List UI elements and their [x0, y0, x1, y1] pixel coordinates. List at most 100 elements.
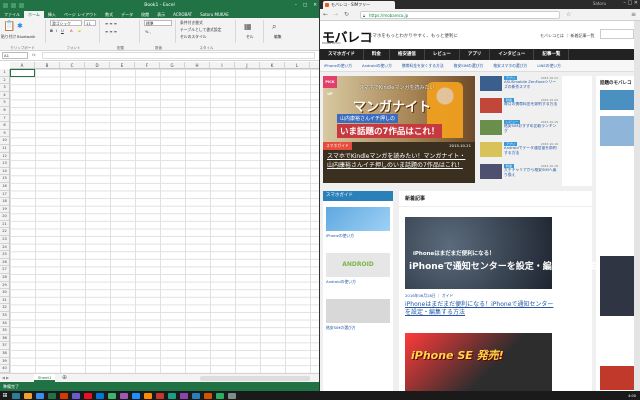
bluetooth-icon[interactable]: ✱ — [17, 22, 23, 30]
maximize-icon[interactable]: □ — [303, 3, 307, 8]
taskbar-app-icon[interactable] — [120, 392, 128, 399]
row-header[interactable]: 34 — [0, 320, 9, 328]
column-header[interactable]: C — [60, 62, 85, 68]
close-icon[interactable]: ✕ — [313, 3, 317, 8]
italic-icon[interactable]: I — [56, 28, 57, 33]
fill-color-icon[interactable]: ▰ — [78, 28, 81, 33]
row-header[interactable]: 5 — [0, 99, 9, 107]
forward-icon[interactable]: → — [333, 11, 338, 18]
cells-button[interactable]: セル — [246, 34, 254, 40]
tab-view[interactable]: 表示 — [153, 11, 169, 18]
subnav-item[interactable]: Androidの使い方 — [362, 60, 392, 71]
subnav-item[interactable]: 携帯料金を安くする方法 — [402, 60, 444, 71]
paste-icon[interactable]: 📋 — [3, 21, 15, 32]
side-article[interactable]: アプリ 2015.10.21 ASUSmobile ZenFoneシリーズの新作… — [480, 76, 558, 91]
menu-icon[interactable]: ≡ — [631, 11, 636, 18]
percent-icon[interactable]: % , — [145, 29, 151, 34]
formula-input[interactable] — [42, 52, 315, 59]
taskbar-app-icon[interactable] — [12, 392, 20, 399]
row-header[interactable]: 40 — [0, 365, 9, 373]
row-header[interactable]: 39 — [0, 358, 9, 366]
sheet-nav-icon[interactable]: ◀ ▶ — [2, 375, 9, 380]
tab-home[interactable]: ホーム — [24, 11, 44, 18]
column-header[interactable]: E — [110, 62, 135, 68]
left-sidebar-header[interactable]: スマホガイド — [323, 191, 393, 201]
row-header[interactable]: 31 — [0, 297, 9, 305]
editing-button[interactable]: 編集 — [274, 34, 282, 40]
subnav-item[interactable]: iPhoneの使い方 — [324, 60, 352, 71]
right-promo-image[interactable] — [600, 256, 636, 316]
taskbar-clock[interactable]: 4:00 — [628, 394, 636, 398]
row-header[interactable]: 18 — [0, 198, 9, 206]
row-header[interactable]: 2 — [0, 77, 9, 85]
bookmark-icon[interactable]: ☆ — [566, 11, 571, 18]
nav-all-articles[interactable]: 記事一覧 — [534, 49, 570, 60]
font-name-select[interactable]: 游ゴシック — [50, 20, 82, 26]
row-header[interactable]: 14 — [0, 168, 9, 176]
column-header[interactable]: L — [285, 62, 310, 68]
row-header[interactable]: 25 — [0, 251, 9, 259]
article-title-link[interactable]: iPhoneはまだまだ便利になる！iPhoneで通知センターを設定・編集する方法 — [405, 301, 555, 317]
bold-icon[interactable]: B — [50, 28, 53, 33]
cells-icon[interactable]: ▦ — [244, 22, 252, 31]
iphone-guide-image[interactable] — [326, 207, 390, 231]
right-promo-image[interactable] — [600, 366, 636, 390]
row-header[interactable]: 15 — [0, 175, 9, 183]
tab-acrobat[interactable]: ACROBAT — [169, 11, 196, 18]
nav-interview[interactable]: インタビュー — [490, 49, 535, 60]
hero-caption[interactable]: スマホでKindleマンガを読みたい！マンガナイト・山内康裕さんイチ押しのいま話… — [327, 152, 471, 170]
windows-start-icon[interactable]: ⊞ — [0, 391, 10, 400]
url-input[interactable]: 🔒︎ https://mobareco.jp — [360, 11, 560, 19]
nav-pricing[interactable]: 料金 — [364, 49, 390, 60]
column-header[interactable]: D — [85, 62, 110, 68]
row-header[interactable]: 36 — [0, 335, 9, 343]
taskbar-app-icon[interactable] — [180, 392, 188, 399]
sheet-tab[interactable]: Sheet1 — [34, 374, 56, 382]
column-header[interactable]: J — [235, 62, 260, 68]
left-item-label[interactable]: iPhoneの使い方 — [326, 233, 354, 239]
column-header[interactable]: A — [10, 62, 35, 68]
tab-file[interactable]: ファイル — [0, 11, 24, 18]
row-header[interactable]: 33 — [0, 312, 9, 320]
function-icon[interactable]: fx — [32, 52, 36, 57]
page-scrollbar[interactable] — [634, 21, 640, 391]
nav-review[interactable]: レビュー — [425, 49, 460, 60]
horizontal-scrollbar[interactable] — [200, 376, 310, 381]
article-image[interactable]: iPhone SE 発売! — [405, 333, 552, 391]
sim-guide-image[interactable] — [326, 299, 390, 323]
nav-smartphone-guide[interactable]: スマホガイド — [320, 49, 364, 60]
align-top-icon[interactable]: ≡ ≡ ≡ — [105, 21, 117, 26]
row-header[interactable]: 23 — [0, 236, 9, 244]
row-header[interactable]: 37 — [0, 342, 9, 350]
back-icon[interactable]: ← — [323, 11, 328, 18]
right-promo-image[interactable] — [600, 90, 636, 110]
row-header[interactable]: 38 — [0, 350, 9, 358]
row-header[interactable]: 27 — [0, 266, 9, 275]
taskbar-app-icon[interactable] — [156, 392, 164, 399]
row-header[interactable]: 11 — [0, 145, 9, 153]
taskbar-app-icon[interactable] — [48, 392, 56, 399]
row-header[interactable]: 1 — [0, 69, 9, 77]
column-header[interactable]: I — [210, 62, 235, 68]
profile-name[interactable]: Satoru — [593, 1, 606, 6]
side-article[interactable]: レビュー 2015.10.19 格安SIMおすすめ比較ランキング — [480, 120, 558, 135]
taskbar-app-icon[interactable] — [228, 392, 236, 399]
reload-icon[interactable]: ↻ — [344, 11, 349, 18]
tab-page-layout[interactable]: ページ レイアウト — [60, 11, 101, 18]
subnav-item[interactable]: 格安SIMの選び方 — [454, 60, 484, 71]
column-header[interactable]: B — [35, 62, 60, 68]
name-box[interactable]: A1 — [2, 52, 28, 59]
minimize-icon[interactable]: – — [295, 3, 297, 8]
row-header[interactable]: 6 — [0, 107, 9, 115]
left-item-label[interactable]: 格安SIMの選び方 — [326, 325, 356, 331]
row-header[interactable]: 29 — [0, 282, 9, 290]
subnav-item[interactable]: LINEの使い方 — [537, 60, 561, 71]
spreadsheet-grid[interactable]: ABCDEFGHIJKLM 12345678910111213141516171… — [0, 62, 319, 373]
taskbar-app-icon[interactable] — [36, 392, 44, 399]
tab-data[interactable]: データ — [117, 11, 137, 18]
nav-apps[interactable]: アプリ — [460, 49, 491, 60]
search-icon[interactable]: ⌕ — [272, 22, 276, 32]
tab-formulas[interactable]: 数式 — [101, 11, 117, 18]
site-search-input[interactable] — [600, 29, 634, 39]
taskbar-app-icon[interactable] — [84, 392, 92, 399]
